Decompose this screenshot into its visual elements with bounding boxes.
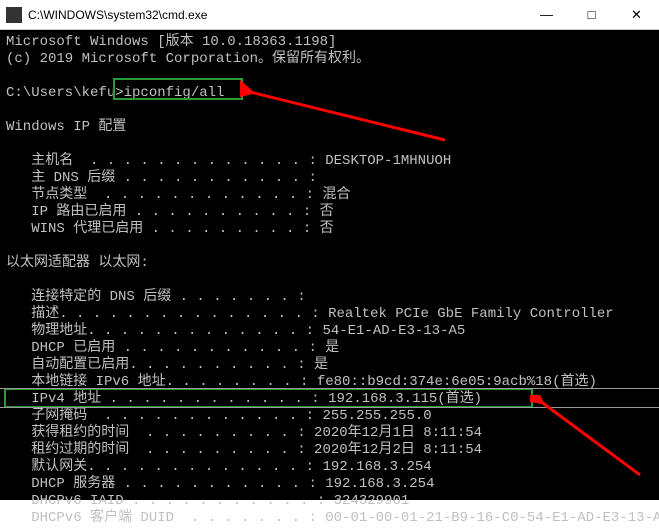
- lease-obtained-label: 获得租约的时间 . . . . . . . . . :: [6, 425, 314, 441]
- adapter-header: 以太网适配器 以太网:: [6, 255, 149, 271]
- highlight-ipv4: [4, 388, 533, 408]
- gateway-label: 默认网关. . . . . . . . . . . . . :: [6, 459, 322, 475]
- subnet-value: 255.255.255.0: [322, 408, 431, 424]
- prompt: C:\Users\kefu>: [6, 85, 124, 101]
- gateway-value: 192.168.3.254: [322, 459, 431, 475]
- ipconfig-header: Windows IP 配置: [6, 119, 126, 135]
- mac-label: 物理地址. . . . . . . . . . . . . :: [6, 323, 322, 339]
- autoconfig-value: 是: [314, 357, 328, 373]
- iaid-label: DHCPv6 IAID . . . . . . . . . . . :: [6, 493, 334, 509]
- arrow-to-command: [240, 80, 450, 150]
- version-line: Microsoft Windows [版本 10.0.18363.1198]: [6, 34, 336, 50]
- cmd-icon: [6, 7, 22, 23]
- arrow-to-ipv4: [530, 395, 650, 485]
- subnet-label: 子网掩码 . . . . . . . . . . . . :: [6, 408, 322, 424]
- highlight-command: [113, 78, 243, 100]
- autoconfig-label: 自动配置已启用. . . . . . . . . . :: [6, 357, 314, 373]
- duid-label: DHCPv6 客户端 DUID . . . . . . . :: [6, 510, 325, 526]
- close-button[interactable]: ✕: [614, 0, 659, 30]
- titlebar[interactable]: C:\WINDOWS\system32\cmd.exe — □ ✕: [0, 0, 659, 30]
- duid-value: 00-01-00-01-21-B9-16-C0-54-E1-AD-E3-13-A: [325, 510, 659, 526]
- minimize-button[interactable]: —: [524, 0, 569, 30]
- ip-routing-value: 否: [320, 204, 334, 220]
- ip-routing-label: IP 路由已启用 . . . . . . . . . . :: [6, 204, 320, 220]
- hostname-value: DESKTOP-1MHNUOH: [325, 153, 451, 169]
- copyright-line: (c) 2019 Microsoft Corporation。保留所有权利。: [6, 51, 370, 67]
- hostname-label: 主机名 . . . . . . . . . . . . . :: [6, 153, 325, 169]
- iaid-value: 324329901: [334, 493, 410, 509]
- lease-obtained-value: 2020年12月1日 8:11:54: [314, 425, 482, 441]
- lease-expires-label: 租约过期的时间 . . . . . . . . . :: [6, 442, 314, 458]
- wins-proxy-label: WINS 代理已启用 . . . . . . . . . :: [6, 221, 320, 237]
- node-type-value: 混合: [322, 187, 350, 203]
- lease-expires-value: 2020年12月2日 8:11:54: [314, 442, 482, 458]
- wins-proxy-value: 否: [320, 221, 334, 237]
- cmd-window: C:\WINDOWS\system32\cmd.exe — □ ✕ Micros…: [0, 0, 659, 500]
- maximize-button[interactable]: □: [569, 0, 614, 30]
- conn-dns-label: 连接特定的 DNS 后缀 . . . . . . . :: [6, 289, 306, 305]
- dhcp-server-value: 192.168.3.254: [325, 476, 434, 492]
- dns-suffix-label: 主 DNS 后缀 . . . . . . . . . . . :: [6, 170, 317, 186]
- dhcp-label: DHCP 已启用 . . . . . . . . . . . :: [6, 340, 325, 356]
- mac-value: 54-E1-AD-E3-13-A5: [322, 323, 465, 339]
- dhcp-value: 是: [325, 340, 339, 356]
- dhcp-server-label: DHCP 服务器 . . . . . . . . . . . :: [6, 476, 325, 492]
- separator-above-ipv4: [0, 388, 659, 389]
- window-controls: — □ ✕: [524, 0, 659, 30]
- description-value: Realtek PCIe GbE Family Controller: [328, 306, 614, 322]
- description-label: 描述. . . . . . . . . . . . . . . :: [6, 306, 328, 322]
- node-type-label: 节点类型 . . . . . . . . . . . . :: [6, 187, 322, 203]
- window-title: C:\WINDOWS\system32\cmd.exe: [28, 8, 524, 22]
